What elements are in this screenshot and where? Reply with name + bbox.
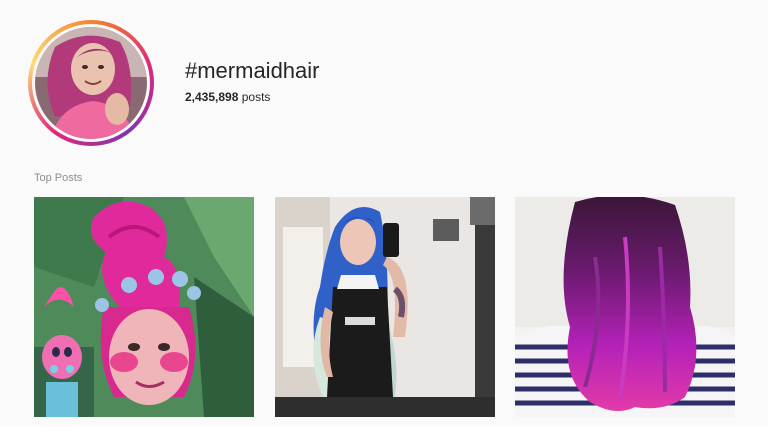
top-post-1[interactable] xyxy=(34,197,254,417)
post-1-photo xyxy=(34,197,254,417)
post-3-photo xyxy=(515,197,735,417)
post-count-suffix: posts xyxy=(241,90,271,104)
avatar-ring-gap xyxy=(32,24,150,142)
hashtag-title: #mermaidhair xyxy=(185,58,320,83)
hashtag-avatar xyxy=(28,20,154,146)
top-post-3[interactable] xyxy=(515,197,735,417)
post-count: 2,435,898 posts xyxy=(185,90,270,104)
avatar-image xyxy=(35,27,147,139)
post-count-number: 2,435,898 xyxy=(185,90,239,104)
post-2-photo xyxy=(275,197,495,417)
top-post-2[interactable] xyxy=(275,197,495,417)
top-posts-heading: Top Posts xyxy=(34,172,83,184)
